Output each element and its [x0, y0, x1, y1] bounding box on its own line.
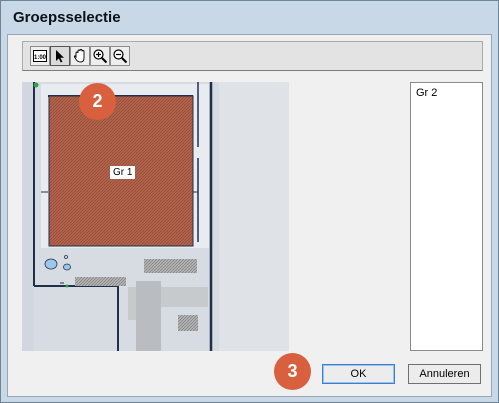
cancel-button[interactable]: Annuleren	[408, 364, 481, 384]
floorplan-viewer[interactable]: Gr 1	[22, 82, 289, 351]
select-button[interactable]	[50, 46, 70, 66]
dialog-window: Groepsselectie 1:00 Gr 1 Gr 2 OK Annuler…	[0, 0, 499, 403]
annotation-badge-2: 2	[79, 83, 116, 120]
dialog-title: Groepsselectie	[13, 9, 121, 26]
group-gr1-label: Gr 1	[110, 166, 136, 179]
pan-button[interactable]	[70, 46, 90, 66]
hand-icon	[73, 49, 85, 63]
zoom-out-icon	[113, 49, 128, 64]
dialog-client-area: 1:00 Gr 1 Gr 2 OK Annuleren	[7, 34, 492, 397]
available-groups-list[interactable]: Gr 2	[410, 82, 483, 351]
zoom-100-label: 1:00	[34, 55, 47, 61]
ok-button[interactable]: OK	[322, 364, 395, 384]
zoom-in-icon	[93, 49, 108, 64]
zoom-out-button[interactable]	[110, 46, 130, 66]
zoom-100-icon: 1:00	[33, 50, 47, 62]
floorplan-drawing	[22, 82, 289, 351]
list-item[interactable]: Gr 2	[416, 87, 437, 99]
toolbar: 1:00	[22, 41, 483, 71]
arrow-pointer-icon	[56, 50, 64, 63]
zoom-in-button[interactable]	[90, 46, 110, 66]
title-bar: Groepsselectie	[1, 1, 498, 34]
zoom-100-button[interactable]: 1:00	[30, 46, 50, 66]
annotation-badge-3: 3	[274, 353, 311, 390]
